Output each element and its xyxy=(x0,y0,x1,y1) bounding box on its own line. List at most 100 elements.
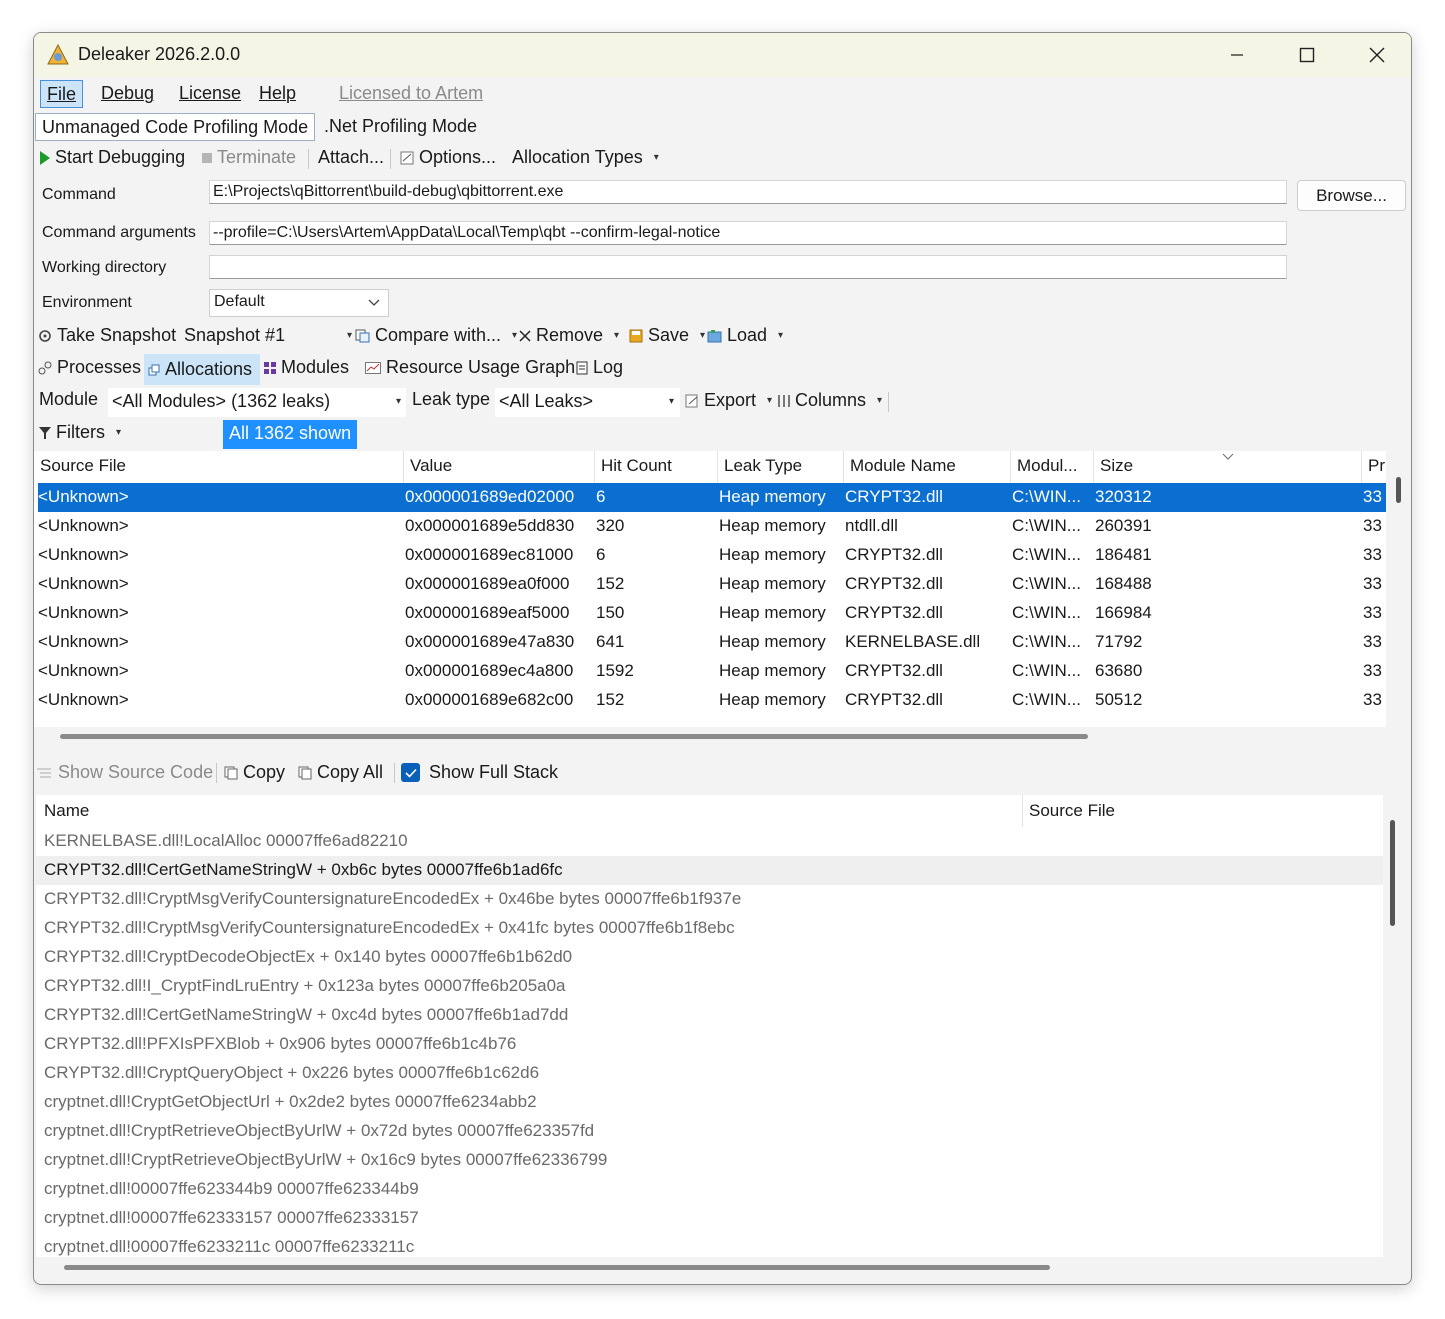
options-button[interactable]: Options... xyxy=(400,147,496,168)
dropdown-caret-icon: ▾ xyxy=(669,396,675,407)
browse-button[interactable]: Browse... xyxy=(1297,180,1406,211)
stack-frame[interactable]: cryptnet.dll!00007ffe623344b9 00007ffe62… xyxy=(36,1175,1383,1204)
close-button[interactable] xyxy=(1342,33,1411,77)
columns-icon xyxy=(778,394,790,407)
minimize-button[interactable] xyxy=(1202,33,1272,77)
tab-unmanaged-mode[interactable]: Unmanaged Code Profiling Mode xyxy=(35,113,316,141)
tab-log[interactable]: Log xyxy=(576,357,623,378)
menu-license[interactable]: License xyxy=(173,80,247,108)
save-button[interactable]: Save ▾ xyxy=(629,325,705,346)
shown-count-badge: All 1362 shown xyxy=(223,420,358,449)
table-row[interactable]: <Unknown> 0x000001689ea0f000 152 Heap memor… xyxy=(38,570,1386,599)
table-cell: 186481 xyxy=(1095,545,1152,564)
checkbox[interactable] xyxy=(401,763,420,782)
menu-help[interactable]: Help xyxy=(253,80,302,108)
command-arguments-field[interactable]: --profile=C:\Users\Artem\AppData\Local\T… xyxy=(209,221,1287,245)
stack-frame[interactable]: cryptnet.dll!00007ffe6233211c 00007ffe62… xyxy=(36,1233,1383,1257)
tab-allocations[interactable]: Allocations xyxy=(144,354,261,385)
stack-frame[interactable]: cryptnet.dll!CryptRetrieveObjectByUrlW +… xyxy=(36,1117,1383,1146)
table-cell: Heap memory xyxy=(719,632,826,651)
leak-type-label: Leak type xyxy=(412,389,491,409)
stack-toolbar: Show Source Code Copy Copy All Show Full… xyxy=(34,757,1411,791)
stack-vertical-scrollbar[interactable] xyxy=(1390,820,1395,926)
tab-modules[interactable]: Modules xyxy=(264,357,349,378)
tab-resource-usage-graph[interactable]: Resource Usage Graph xyxy=(365,357,575,378)
table-cell: Heap memory xyxy=(719,487,826,506)
tab-processes[interactable]: Processes xyxy=(38,357,141,378)
table-cell: Heap memory xyxy=(719,603,826,622)
table-row[interactable]: <Unknown> 0x000001689eaf5000 150 Heap memor… xyxy=(38,599,1386,628)
command-field[interactable]: E:\Projects\qBittorrent\build-debug\qbit… xyxy=(209,180,1287,204)
columns-button[interactable]: Columns ▾ xyxy=(778,390,882,411)
table-row[interactable]: <Unknown> 0x000001689e682c00 152 Heap memor… xyxy=(38,686,1386,715)
snapshot-selector[interactable]: Snapshot #1 ▾ xyxy=(184,325,352,346)
menu-file[interactable]: File xyxy=(40,80,84,108)
toolbar-separator xyxy=(308,149,309,169)
filter-icon xyxy=(39,426,51,439)
environment-dropdown[interactable]: Default xyxy=(209,289,389,317)
table-row[interactable]: <Unknown> 0x000001689e5dd830 320 Heap memor… xyxy=(38,512,1386,541)
show-source-code-button[interactable]: Show Source Code xyxy=(37,762,213,783)
stack-frame[interactable]: cryptnet.dll!CryptGetObjectUrl + 0x2de2 … xyxy=(36,1088,1383,1117)
column-process[interactable]: Pr xyxy=(1361,451,1386,483)
stack-frame[interactable]: CRYPT32.dll!CertGetNameStringW + 0xb6c b… xyxy=(36,856,1383,885)
dropdown-caret-icon: ▾ xyxy=(653,152,659,163)
dropdown-caret-icon: ▾ xyxy=(347,330,353,341)
column-source-file[interactable]: Source File xyxy=(34,451,403,483)
menu-debug[interactable]: Debug xyxy=(95,80,160,108)
dropdown-caret-icon: ▾ xyxy=(877,395,883,406)
allocations-grid: Source File Value Hit Count Leak Type Mo… xyxy=(34,451,1386,727)
take-snapshot-button[interactable]: Take Snapshot xyxy=(38,325,176,346)
tab-dotnet-mode[interactable]: .Net Profiling Mode xyxy=(318,113,483,141)
copy-button[interactable]: Copy xyxy=(224,762,285,783)
maximize-icon xyxy=(1299,47,1315,63)
export-button[interactable]: Export ▾ xyxy=(685,390,772,411)
stack-frame[interactable]: CRYPT32.dll!I_CryptFindLruEntry + 0x123a… xyxy=(36,972,1383,1001)
remove-button[interactable]: Remove ▾ xyxy=(519,325,619,346)
table-cell: 33 xyxy=(1363,516,1382,535)
allocation-types-dropdown[interactable]: Allocation Types ▾ xyxy=(512,147,659,168)
table-cell: 0x000001689ec81000 xyxy=(405,545,574,564)
module-dropdown[interactable]: <All Modules> (1362 leaks) ▾ xyxy=(108,388,406,417)
grid-vertical-scrollbar[interactable] xyxy=(1396,477,1401,503)
leak-type-dropdown[interactable]: <All Leaks> ▾ xyxy=(495,388,680,417)
column-hit-count[interactable]: Hit Count xyxy=(594,451,717,483)
stack-frame[interactable]: CRYPT32.dll!PFXIsPFXBlob + 0x906 bytes 0… xyxy=(36,1030,1383,1059)
table-cell: 33 xyxy=(1363,603,1382,622)
maximize-button[interactable] xyxy=(1272,33,1342,77)
table-cell: Heap memory xyxy=(719,661,826,680)
stack-horizontal-scrollbar[interactable] xyxy=(64,1265,1050,1270)
working-directory-field[interactable] xyxy=(209,255,1287,279)
stack-frame[interactable]: CRYPT32.dll!CryptDecodeObjectEx + 0x140 … xyxy=(36,943,1383,972)
table-cell: 152 xyxy=(596,690,625,709)
load-button[interactable]: Load ▾ xyxy=(707,325,783,346)
column-value[interactable]: Value xyxy=(403,451,594,483)
stack-frame[interactable]: cryptnet.dll!CryptRetrieveObjectByUrlW +… xyxy=(36,1146,1383,1175)
column-module-path[interactable]: Modul... xyxy=(1010,451,1093,483)
table-cell: C:\WIN... xyxy=(1012,545,1081,564)
filters-button[interactable]: Filters ▾ xyxy=(39,422,121,443)
terminate-button[interactable]: Terminate xyxy=(202,147,296,168)
stack-frame[interactable]: CRYPT32.dll!CertGetNameStringW + 0xc4d b… xyxy=(36,1001,1383,1030)
table-row[interactable]: <Unknown> 0x000001689ed02000 6 Heap memory C… xyxy=(38,483,1386,512)
start-debugging-button[interactable]: Start Debugging xyxy=(40,147,185,168)
column-stack-source-file[interactable]: Source File xyxy=(1022,795,1121,827)
column-leak-type[interactable]: Leak Type xyxy=(717,451,843,483)
grid-horizontal-scrollbar[interactable] xyxy=(60,734,1088,739)
compare-with-button[interactable]: Compare with... ▾ xyxy=(355,325,517,346)
copy-all-button[interactable]: Copy All xyxy=(298,762,383,783)
table-row[interactable]: <Unknown> 0x000001689ec4a800 1592 Heap memo… xyxy=(38,657,1386,686)
table-cell: CRYPT32.dll xyxy=(845,661,943,680)
table-row[interactable]: <Unknown> 0x000001689e47a830 641 Heap memor… xyxy=(38,628,1386,657)
licensed-to-link[interactable]: Licensed to Artem xyxy=(333,80,489,108)
stack-frame[interactable]: CRYPT32.dll!CryptMsgVerifyCountersignatu… xyxy=(36,914,1383,943)
stack-frame[interactable]: cryptnet.dll!00007ffe62333157 00007ffe62… xyxy=(36,1204,1383,1233)
show-full-stack-checkbox[interactable]: Show Full Stack xyxy=(401,762,558,783)
attach-button[interactable]: Attach... xyxy=(318,147,384,168)
column-module-name[interactable]: Module Name xyxy=(843,451,1010,483)
stack-frame[interactable]: CRYPT32.dll!CryptQueryObject + 0x226 byt… xyxy=(36,1059,1383,1088)
stack-frame[interactable]: KERNELBASE.dll!LocalAlloc 00007ffe6ad822… xyxy=(36,827,1383,856)
column-name[interactable]: Name xyxy=(44,801,89,821)
table-row[interactable]: <Unknown> 0x000001689ec81000 6 Heap memory C… xyxy=(38,541,1386,570)
stack-frame[interactable]: CRYPT32.dll!CryptMsgVerifyCountersignatu… xyxy=(36,885,1383,914)
